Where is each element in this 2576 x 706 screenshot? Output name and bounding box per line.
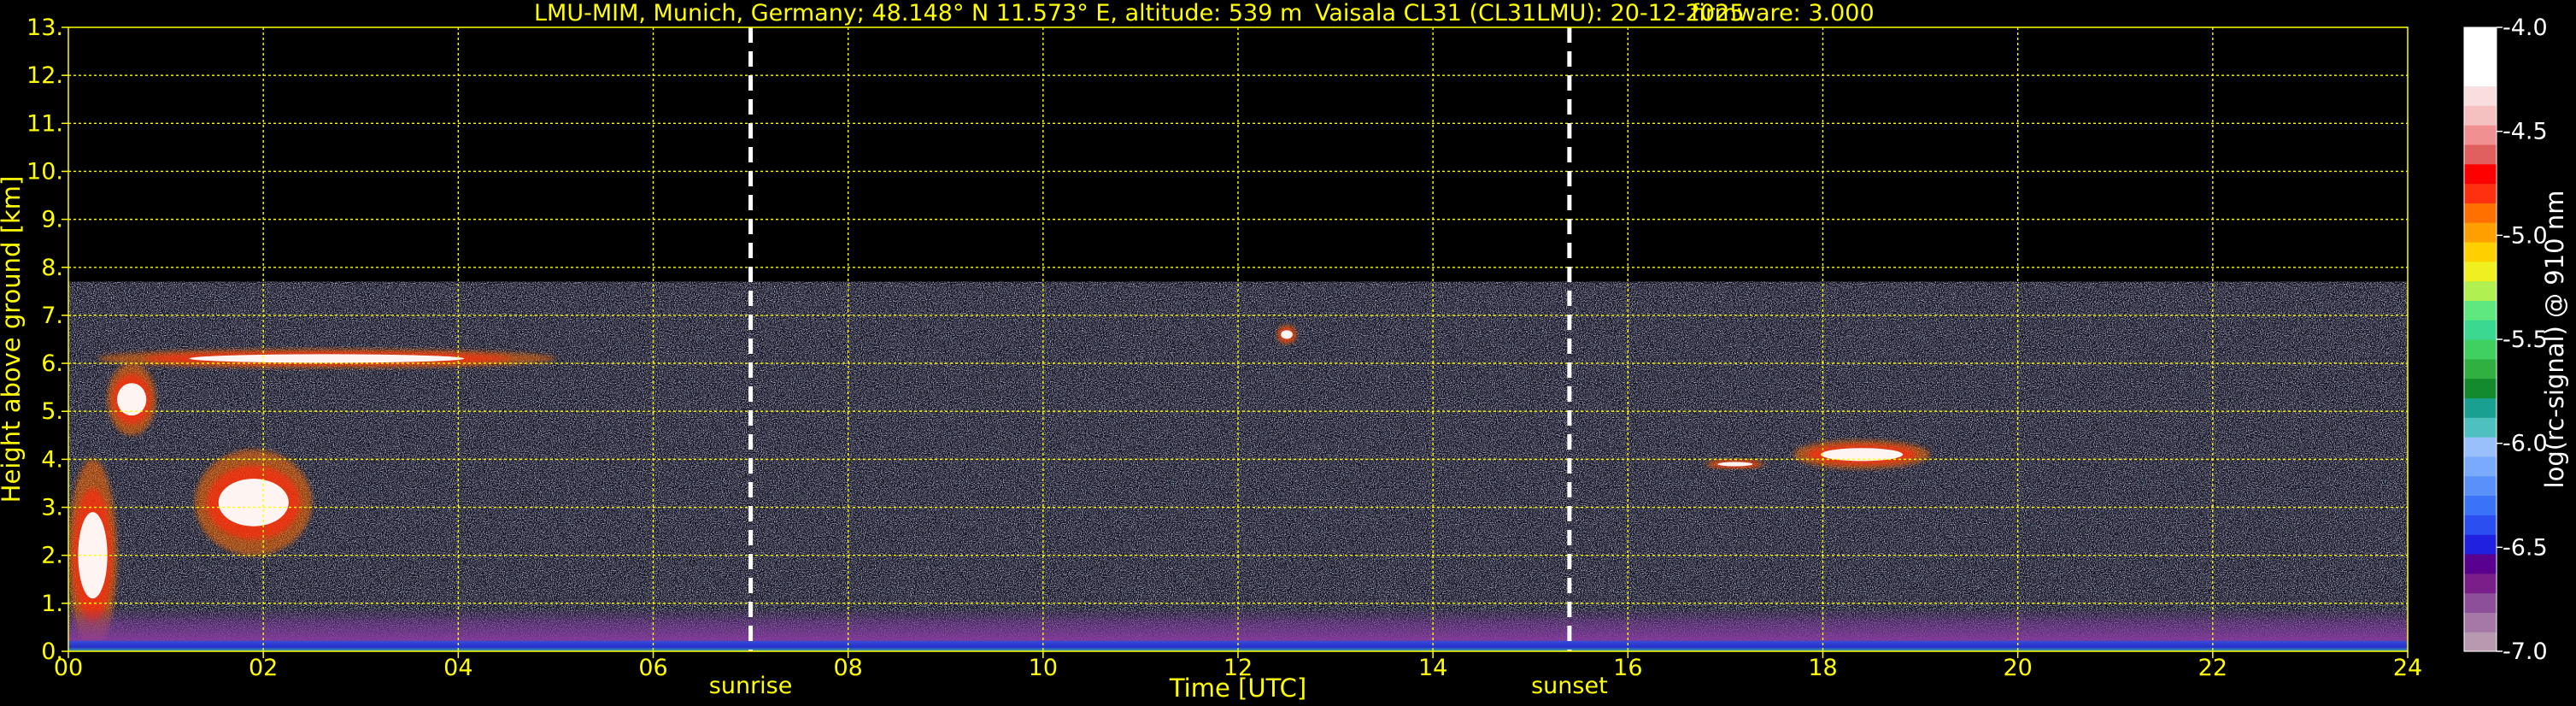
colorbar-tick-label: -4.5 bbox=[2503, 119, 2548, 145]
colorbar-segment bbox=[2464, 85, 2497, 106]
colorbar-label: log(rc-signal) @ 910 nm bbox=[2540, 191, 2569, 489]
colorbar-segment bbox=[2464, 163, 2497, 185]
colorbar-segment bbox=[2464, 397, 2497, 418]
colorbar-segment bbox=[2464, 592, 2497, 613]
y-tick-label: 3. bbox=[41, 495, 63, 521]
colorbar-segment bbox=[2464, 203, 2497, 223]
colorbar-tick-label: -7.0 bbox=[2503, 638, 2548, 665]
y-tick-label: 13. bbox=[26, 15, 63, 41]
cloud-core-6 bbox=[1281, 330, 1293, 339]
colorbar-segment bbox=[2464, 417, 2497, 438]
colorbar-tick-label: -6.5 bbox=[2503, 534, 2548, 561]
y-tick-label: 4. bbox=[41, 446, 63, 473]
y-tick-label: 6. bbox=[41, 350, 63, 377]
colorbar-segment bbox=[2464, 339, 2497, 360]
colorbar-segment bbox=[2464, 495, 2497, 515]
y-tick-label: 11. bbox=[26, 110, 63, 137]
x-tick-label: 08 bbox=[833, 655, 862, 681]
colorbar-segment bbox=[2464, 66, 2497, 87]
y-tick-label: 8. bbox=[41, 255, 63, 281]
x-axis-label: Time [UTC] bbox=[1169, 674, 1306, 703]
sunrise-label: sunrise bbox=[709, 673, 793, 699]
colorbar-segment bbox=[2464, 300, 2497, 321]
colorbar-segment bbox=[2464, 437, 2497, 457]
colorbar-segment bbox=[2464, 27, 2497, 48]
colorbar-segment bbox=[2464, 378, 2497, 399]
y-tick-label: 7. bbox=[41, 303, 63, 329]
y-tick-label: 9. bbox=[41, 207, 63, 233]
x-tick-label: 20 bbox=[2003, 655, 2032, 681]
colorbar-segment bbox=[2464, 222, 2497, 243]
x-tick-label: 22 bbox=[2198, 655, 2227, 681]
y-tick-label: 10. bbox=[26, 158, 63, 185]
y-tick-label: 0. bbox=[41, 638, 63, 665]
x-tick-label: 02 bbox=[249, 655, 278, 681]
x-tick-label: 04 bbox=[443, 655, 472, 681]
colorbar-segment bbox=[2464, 46, 2497, 68]
colorbar-segment bbox=[2464, 280, 2497, 301]
y-tick-label: 2. bbox=[41, 543, 63, 569]
colorbar-segment bbox=[2464, 612, 2497, 632]
colorbar-segment bbox=[2464, 320, 2497, 340]
y-tick-label: 1. bbox=[41, 591, 63, 617]
colorbar-segment bbox=[2464, 475, 2497, 497]
lidar-backscatter-chart: LMU-MIM, Munich, Germany; 48.148° N 11.5… bbox=[0, 0, 2569, 703]
x-tick-label: 18 bbox=[1808, 655, 1837, 681]
x-tick-label: 14 bbox=[1418, 655, 1447, 681]
colorbar-segment bbox=[2464, 632, 2497, 652]
colorbar-segment bbox=[2464, 573, 2497, 594]
y-tick-label: 12. bbox=[26, 62, 63, 89]
x-tick-label: 24 bbox=[2393, 655, 2422, 681]
colorbar-segment bbox=[2464, 261, 2497, 282]
colorbar-segment bbox=[2464, 358, 2497, 379]
colorbar-segment bbox=[2464, 183, 2497, 203]
cloud-core-0 bbox=[189, 354, 465, 363]
y-axis-ticks: 0. 1. 2. 3. 4. 5. 6. 7. 8. 9. 10. 11. 12. 13. bbox=[26, 15, 68, 665]
cloud-core-4 bbox=[1717, 462, 1753, 467]
colorbar-segment bbox=[2464, 144, 2497, 165]
x-tick-label: 06 bbox=[638, 655, 667, 681]
colorbar: -4.0-4.5-5.0-5.5-6.0-6.5-7.0 bbox=[2463, 15, 2548, 665]
colorbar-tick-label: -4.0 bbox=[2503, 15, 2548, 41]
chart-title-firmware: firmware: 3.000 bbox=[1691, 0, 1875, 26]
cloud-core-2 bbox=[117, 383, 147, 416]
colorbar-segment bbox=[2464, 456, 2497, 477]
colorbar-segment bbox=[2464, 241, 2497, 262]
chart-title-instrument: Vaisala CL31 (CL31LMU): 20-12-2025 bbox=[1315, 0, 1745, 26]
colorbar-segment bbox=[2464, 105, 2497, 126]
colorbar-segment bbox=[2464, 534, 2497, 555]
y-axis-label: Height above ground [km] bbox=[0, 176, 26, 503]
y-tick-label: 5. bbox=[41, 398, 63, 425]
colorbar-segment bbox=[2464, 515, 2497, 535]
cloud-core-1 bbox=[218, 479, 289, 527]
x-tick-label: 10 bbox=[1029, 655, 1058, 681]
colorbar-segment bbox=[2464, 553, 2497, 574]
cloud-core-3 bbox=[78, 512, 108, 599]
colorbar-segment bbox=[2464, 125, 2497, 145]
x-tick-label: 16 bbox=[1613, 655, 1642, 681]
sunset-label: sunset bbox=[1531, 673, 1608, 699]
chart-title-site: LMU-MIM, Munich, Germany; 48.148° N 11.5… bbox=[534, 0, 1302, 26]
